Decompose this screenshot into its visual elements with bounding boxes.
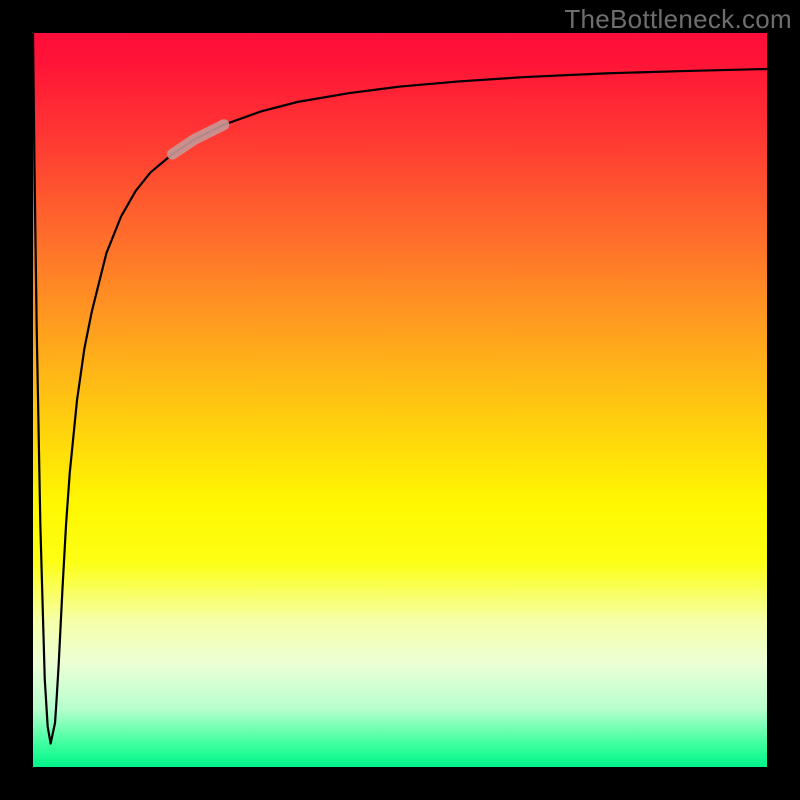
chart-frame: TheBottleneck.com	[0, 0, 800, 800]
bottleneck-curve	[33, 33, 767, 744]
plot-area	[33, 33, 767, 767]
watermark-text: TheBottleneck.com	[564, 4, 792, 35]
highlight-segment	[172, 125, 223, 154]
curve-svg	[33, 33, 767, 767]
